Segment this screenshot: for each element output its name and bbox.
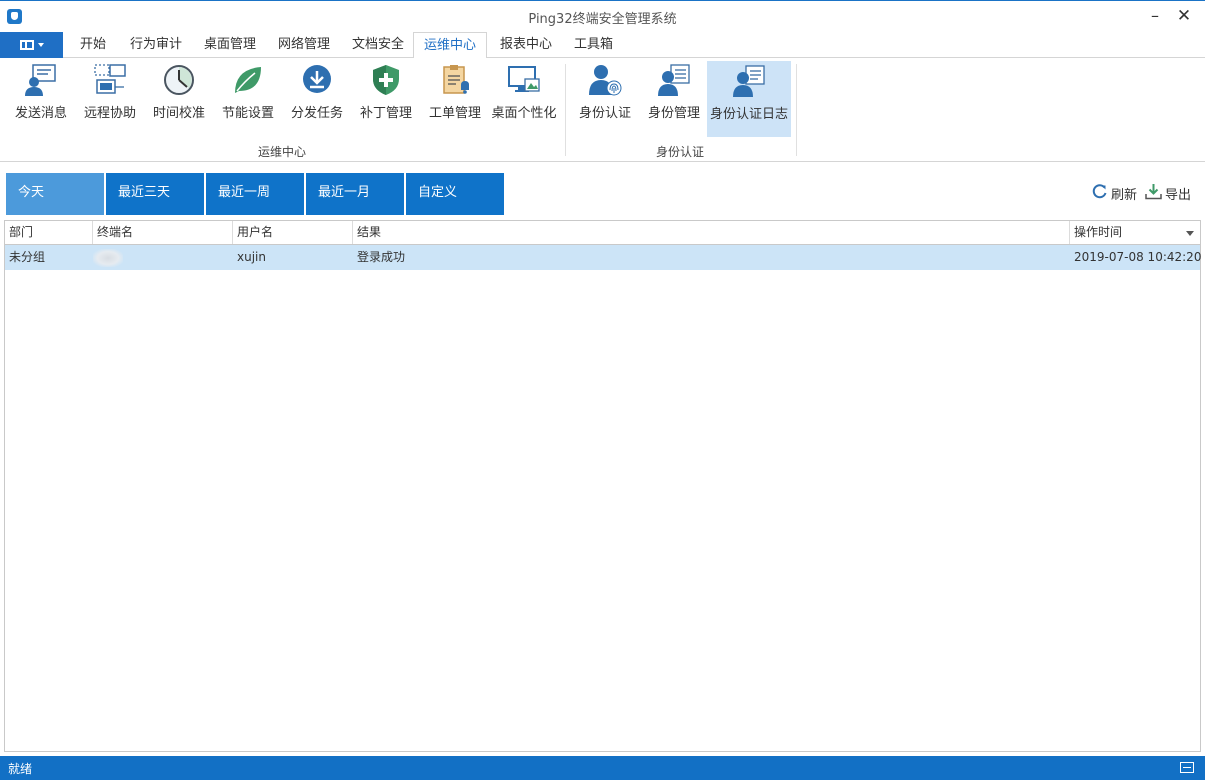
range-month-button[interactable]: 最近一月: [306, 173, 404, 215]
keyboard-icon: [1180, 762, 1194, 773]
cell-result: 登录成功: [357, 250, 406, 264]
energy-saving-label: 节能设置: [221, 106, 274, 121]
tab-behavior-audit[interactable]: 行为审计: [130, 32, 182, 58]
group-divider: [796, 64, 797, 156]
shield-icon: [373, 65, 399, 95]
app-menu-button[interactable]: [0, 32, 63, 58]
panel-icon: [20, 40, 34, 50]
energy-saving-button[interactable]: 节能设置: [217, 60, 279, 136]
user-list-icon: [658, 64, 690, 96]
tab-network-management[interactable]: 网络管理: [278, 32, 330, 58]
tab-ops-center[interactable]: 运维中心: [413, 32, 487, 59]
close-button[interactable]: ✕: [1171, 5, 1197, 27]
leaf-icon: [235, 67, 261, 93]
group-divider: [565, 64, 566, 156]
remote-assist-icon: [94, 64, 126, 94]
ribbon: 发送消息 远程协助 时间校准 节能设置 分发任务 补丁管理 工单管理 桌面个性化…: [0, 58, 1205, 162]
table-row[interactable]: 未分组 xujin 登录成功 2019-07-08 10:42:20: [5, 245, 1202, 270]
column-header-result[interactable]: 结果: [353, 221, 1070, 244]
cell-terminal: [93, 245, 233, 270]
clipboard-icon: [443, 65, 469, 94]
minimize-button[interactable]: –: [1142, 5, 1168, 27]
refresh-label: 刷新: [1111, 188, 1138, 203]
tab-start[interactable]: 开始: [80, 32, 106, 58]
desktop-icon: [508, 66, 540, 92]
menu-bar: 开始 行为审计 桌面管理 网络管理 文档安全 运维中心 报表中心 工具箱: [0, 32, 1205, 59]
export-button[interactable]: 导出: [1145, 183, 1193, 203]
status-text: 就绪: [8, 762, 33, 776]
work-order-button[interactable]: 工单管理: [424, 60, 486, 136]
tab-desktop-management[interactable]: 桌面管理: [204, 32, 256, 58]
range-today-button[interactable]: 今天: [6, 173, 104, 215]
work-order-label: 工单管理: [428, 106, 481, 121]
column-header-time[interactable]: 操作时间: [1070, 221, 1200, 244]
cell-time: 2019-07-08 10:42:20: [1074, 250, 1202, 264]
identity-group-label: 身份认证: [655, 145, 704, 159]
sort-down-icon: [1186, 231, 1194, 236]
patch-management-label: 补丁管理: [359, 106, 412, 121]
column-header-dept[interactable]: 部门: [5, 221, 93, 244]
send-message-button[interactable]: 发送消息: [10, 60, 72, 136]
download-icon: [303, 65, 331, 93]
status-bar: 就绪: [0, 756, 1205, 780]
table-header: 部门 终端名 用户名 结果 操作时间: [5, 221, 1200, 245]
remote-assist-button[interactable]: 远程协助: [79, 60, 141, 136]
distribute-task-label: 分发任务: [290, 106, 343, 121]
cell-dept: 未分组: [9, 250, 46, 264]
identity-auth-button[interactable]: 身份认证: [574, 60, 636, 136]
log-table: 部门 终端名 用户名 结果 操作时间 未分组 xujin 登录成功 2019-0…: [4, 220, 1201, 752]
time-calibration-button[interactable]: 时间校准: [148, 60, 210, 136]
identity-auth-log-label: 身份认证日志: [709, 107, 788, 122]
send-message-label: 发送消息: [14, 106, 67, 121]
time-calibration-label: 时间校准: [152, 106, 205, 121]
patch-management-button[interactable]: 补丁管理: [355, 60, 417, 136]
export-label: 导出: [1165, 188, 1192, 203]
identity-auth-label: 身份认证: [578, 106, 631, 121]
title-bar: Ping32终端安全管理系统 – ✕: [0, 0, 1205, 32]
range-3days-button[interactable]: 最近三天: [106, 173, 204, 215]
refresh-button[interactable]: 刷新: [1091, 183, 1139, 203]
identity-management-button[interactable]: 身份管理: [643, 60, 705, 136]
distribute-task-button[interactable]: 分发任务: [286, 60, 348, 136]
chevron-down-icon: [38, 43, 44, 47]
desktop-personalize-label: 桌面个性化: [491, 106, 557, 121]
filter-bar: 今天 最近三天 最近一周 最近一月 自定义 刷新 导出: [0, 163, 1205, 220]
clock-icon: [164, 65, 194, 95]
ops-center-group-label: 运维中心: [257, 145, 306, 159]
user-log-icon: [733, 65, 765, 97]
fingerprint-user-icon: [589, 65, 622, 96]
tab-report-center[interactable]: 报表中心: [500, 32, 552, 58]
window-title: Ping32终端安全管理系统: [528, 12, 677, 27]
column-header-user[interactable]: 用户名: [233, 221, 353, 244]
tab-document-security[interactable]: 文档安全: [352, 32, 404, 58]
send-message-icon: [25, 64, 56, 96]
cell-user: xujin: [237, 250, 266, 264]
tab-toolbox[interactable]: 工具箱: [574, 32, 613, 58]
range-week-button[interactable]: 最近一周: [206, 173, 304, 215]
identity-auth-log-button[interactable]: 身份认证日志: [707, 61, 791, 137]
export-icon: [1145, 184, 1162, 200]
remote-assist-label: 远程协助: [83, 106, 136, 121]
column-header-time-label: 操作时间: [1074, 225, 1123, 239]
range-custom-button[interactable]: 自定义: [406, 173, 504, 215]
desktop-personalize-button[interactable]: 桌面个性化: [490, 60, 558, 136]
identity-management-label: 身份管理: [647, 106, 700, 121]
refresh-icon: [1092, 184, 1107, 199]
column-header-terminal[interactable]: 终端名: [93, 221, 233, 244]
